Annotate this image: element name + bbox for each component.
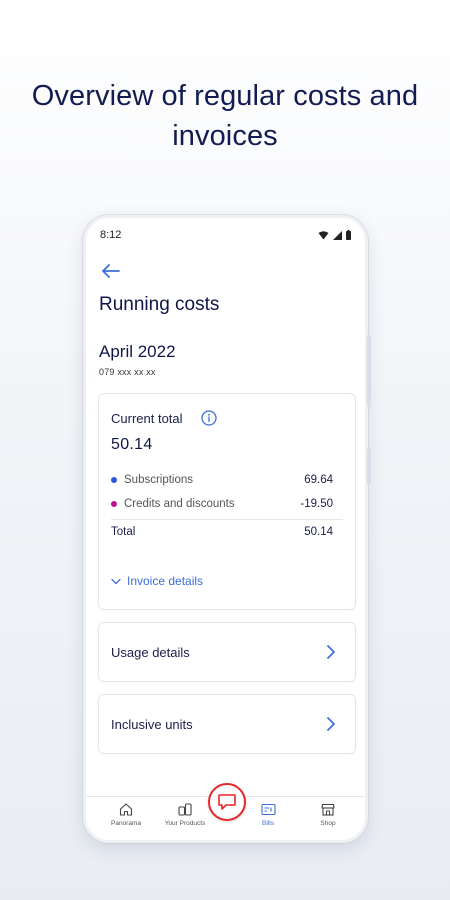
- battery-icon: [346, 230, 351, 240]
- line-item-credits: Credits and discounts -19.50: [111, 496, 333, 512]
- current-total-label: Current total: [111, 411, 183, 426]
- inclusive-units-label: Inclusive units: [111, 717, 193, 732]
- chat-bubble-icon: [218, 794, 236, 810]
- chevron-right-icon: [327, 645, 335, 659]
- line-item-label: Credits and discounts: [124, 498, 235, 510]
- line-item-label: Subscriptions: [124, 474, 194, 486]
- subscriptions-dot: [111, 477, 117, 483]
- line-item-amount: -19.50: [300, 498, 333, 510]
- current-total-value: 50.14: [111, 436, 153, 453]
- tab-label: Panorama: [111, 820, 141, 827]
- billing-month: April 2022: [99, 342, 176, 361]
- bottom-tab-bar: Panorama Your Products Bills Shop: [86, 783, 365, 840]
- credits-dot: [111, 501, 117, 507]
- chevron-down-icon: [111, 578, 121, 584]
- tab-shop[interactable]: Shop: [298, 803, 358, 827]
- tab-your-products[interactable]: Your Products: [155, 803, 215, 827]
- status-icons: [318, 230, 351, 240]
- phone-side-button: [367, 448, 371, 484]
- tab-label: Your Products: [164, 820, 206, 827]
- info-icon[interactable]: [201, 410, 217, 426]
- chevron-right-icon: [327, 717, 335, 731]
- inclusive-units-row[interactable]: Inclusive units: [98, 694, 356, 754]
- current-total-card: Current total 50.14 Subscriptions 69.64 …: [98, 393, 356, 610]
- status-time: 8:12: [100, 229, 122, 241]
- back-button[interactable]: [100, 260, 122, 282]
- tab-label: Shop: [320, 820, 336, 827]
- wifi-icon: [318, 230, 329, 239]
- line-item-subscriptions: Subscriptions 69.64: [111, 472, 333, 488]
- tab-label: Bills: [262, 820, 274, 827]
- bills-icon: [260, 803, 276, 816]
- invoice-details-toggle[interactable]: Invoice details: [111, 574, 203, 588]
- tab-panorama[interactable]: Panorama: [96, 803, 156, 827]
- phone-frame: 8:12 Running costs April 2022 079 xxx xx…: [83, 215, 368, 843]
- usage-details-row[interactable]: Usage details: [98, 622, 356, 682]
- total-label: Total: [111, 526, 136, 538]
- signal-icon: [333, 230, 342, 240]
- promo-headline: Overview of regular costs and invoices: [31, 80, 419, 152]
- phone-number: 079 xxx xx xx: [99, 367, 156, 377]
- tab-bills[interactable]: Bills: [238, 803, 298, 827]
- status-bar: 8:12: [86, 218, 365, 252]
- shop-icon: [321, 803, 335, 816]
- total-row: Total 50.14: [111, 526, 333, 538]
- invoice-details-label: Invoice details: [127, 574, 204, 588]
- phone-side-button: [367, 335, 371, 407]
- usage-details-label: Usage details: [111, 645, 190, 660]
- home-icon: [119, 803, 133, 816]
- page-title: Running costs: [99, 294, 220, 315]
- total-value: 50.14: [304, 526, 333, 538]
- arrow-left-icon: [102, 264, 120, 278]
- products-icon: [178, 803, 192, 816]
- line-item-amount: 69.64: [304, 474, 333, 486]
- divider: [111, 519, 343, 520]
